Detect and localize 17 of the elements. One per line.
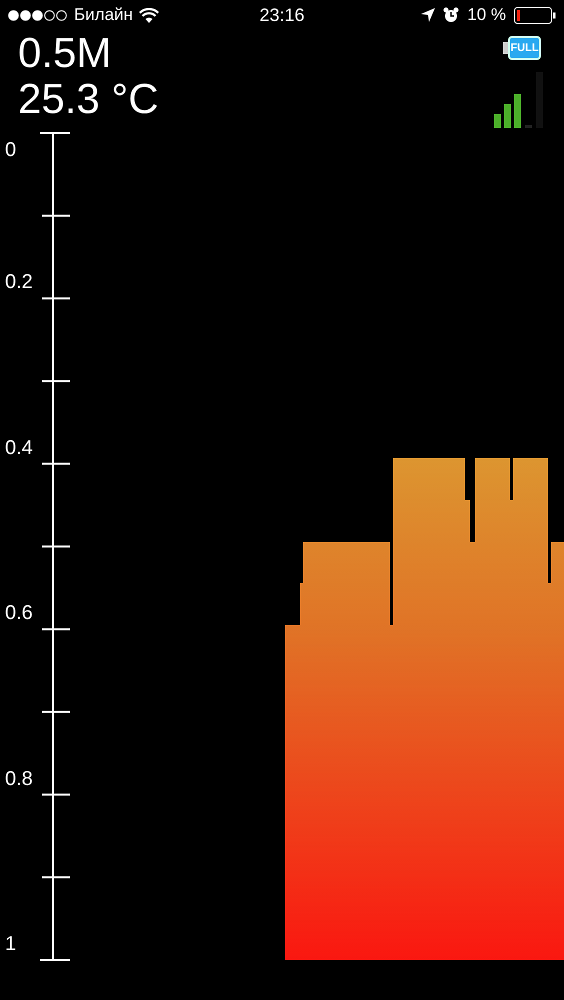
battery-icon [514, 6, 556, 24]
depth-label: 0.6 [5, 601, 33, 626]
alarm-clock-icon [443, 7, 460, 23]
carrier-name: Билайн [74, 5, 133, 25]
depth-label: 0 [5, 138, 16, 162]
signal-dots-icon [8, 10, 68, 20]
wifi-icon [138, 8, 159, 22]
location-arrow-icon [421, 8, 436, 22]
depth-label: 0.4 [5, 436, 33, 460]
clock-time: 23:16 [259, 4, 305, 26]
depth-label: 0.8 [5, 766, 33, 791]
depth-label: 1 [5, 932, 16, 956]
depth-label: 0.2 [5, 270, 33, 294]
signal-strength-icon [494, 70, 546, 128]
temperature-reading: 25.3 °C [18, 76, 159, 122]
battery-percent: 10 % [467, 5, 506, 25]
depth-reading: 0.5M [18, 30, 112, 76]
